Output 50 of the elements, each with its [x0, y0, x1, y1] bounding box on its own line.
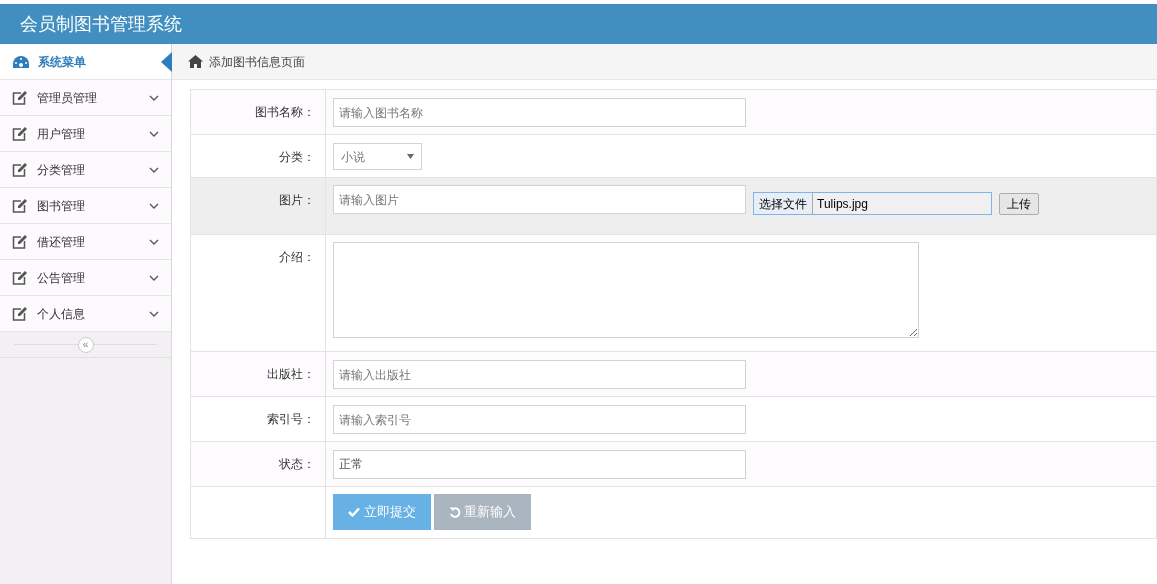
field-label: 分类： — [279, 150, 315, 164]
app-title: 会员制图书管理系统 — [20, 12, 182, 36]
edit-icon — [12, 270, 27, 285]
category-dropdown[interactable]: 小说 — [333, 143, 422, 170]
menu-item[interactable]: 用户管理 — [0, 116, 171, 152]
text-field[interactable]: 请输入索引号 — [333, 405, 746, 434]
field-label: 图书名称： — [255, 105, 315, 119]
home-icon — [188, 55, 203, 68]
menu-item[interactable]: 管理员管理 — [0, 80, 171, 116]
text-field[interactable]: 请输入图书名称 — [333, 98, 746, 127]
text-field[interactable]: 正常 — [333, 450, 746, 479]
menu-item-label: 分类管理 — [37, 161, 86, 179]
field-label: 图片： — [279, 193, 315, 207]
pointer-icon — [161, 52, 172, 72]
menu-item[interactable]: 借还管理 — [0, 224, 171, 260]
field-label: 状态： — [279, 457, 315, 471]
menu-item-label: 公告管理 — [37, 269, 86, 287]
edit-icon — [12, 198, 27, 213]
menu-item[interactable]: 个人信息 — [0, 296, 171, 332]
menu-item-label: 用户管理 — [37, 125, 86, 143]
edit-icon — [12, 126, 27, 141]
upload-button[interactable]: 上传 — [999, 193, 1039, 215]
menu-item[interactable]: 公告管理 — [0, 260, 171, 296]
undo-icon — [449, 506, 461, 518]
field-label: 介绍： — [279, 250, 315, 264]
menu-item-label: 个人信息 — [37, 305, 86, 323]
edit-icon — [12, 234, 27, 249]
intro-textarea[interactable] — [333, 242, 919, 338]
menu-item[interactable]: 分类管理 — [0, 152, 171, 188]
file-picker[interactable]: 选择文件 Tulips.jpg — [753, 192, 992, 215]
menu-item-label: 图书管理 — [37, 197, 86, 215]
field-label: 出版社： — [267, 367, 315, 381]
file-name: Tulips.jpg — [816, 195, 868, 213]
field-label: 索引号： — [267, 412, 315, 426]
edit-icon — [12, 306, 27, 321]
dashboard-icon — [12, 54, 30, 69]
choose-file-button[interactable]: 选择文件 — [754, 193, 813, 214]
text-field[interactable]: 请输入出版社 — [333, 360, 746, 389]
edit-icon — [12, 162, 27, 177]
menu-item[interactable]: 图书管理 — [0, 188, 171, 224]
edit-icon — [12, 90, 27, 105]
sidebar-heading[interactable]: 系统菜单 — [0, 44, 171, 80]
sidebar-heading-text: 系统菜单 — [38, 53, 86, 71]
menu-item-label: 借还管理 — [37, 233, 86, 251]
breadcrumb-text: 添加图书信息页面 — [209, 53, 305, 71]
text-field[interactable]: 请输入图片 — [333, 185, 746, 214]
menu-item-label: 管理员管理 — [37, 89, 98, 107]
collapse-button[interactable]: « — [77, 336, 94, 353]
dropdown-arrow-icon — [407, 154, 414, 159]
check-icon — [348, 507, 360, 517]
